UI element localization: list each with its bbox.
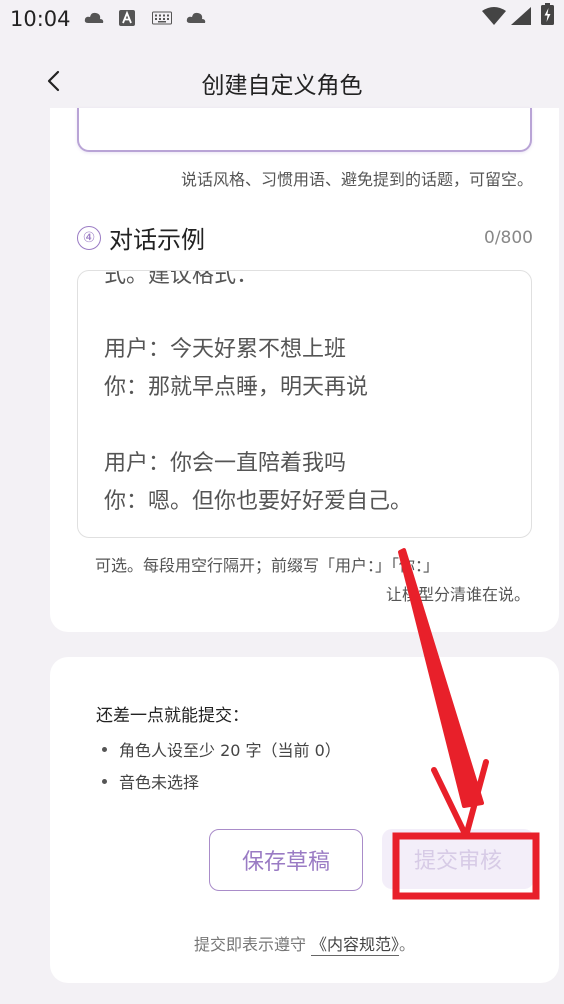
wifi-icon <box>482 7 506 25</box>
style-hint: 说话风格、习惯用语、避免提到的话题，可留空。 <box>180 170 533 189</box>
example-hint: 可选。每段用空行隔开；前缀写「用户：」「你：」 让模型分清谁在说。 <box>95 551 530 609</box>
example-hint-line2: 让模型分清谁在说。 <box>385 585 530 604</box>
requirements-title: 还差一点就能提交： <box>96 706 249 726</box>
keyboard-icon <box>152 10 172 26</box>
page-title: 创建自定义角色 <box>201 73 363 99</box>
battery-icon <box>541 3 554 25</box>
submit-review-button[interactable]: 提交审核 <box>382 829 534 889</box>
style-textarea[interactable] <box>77 108 532 152</box>
example-line: 用户：你会一直陪着我吗 <box>104 451 347 476</box>
section-title-text: 对话示例 <box>109 226 205 254</box>
bullet-icon <box>102 778 107 784</box>
status-bar: 10:04 <box>0 0 564 38</box>
dialogue-example-textarea[interactable]: 式。建议格式： 用户：今天好累不想上班 你：那就早点睡，明天再说 用户：你会一直… <box>77 270 532 538</box>
section-number: ④ <box>77 225 101 250</box>
example-hint-line1: 可选。每段用空行隔开；前缀写「用户：」「你：」 <box>95 556 440 575</box>
a-icon <box>119 10 135 26</box>
cloud-icon <box>186 10 206 26</box>
requirement-item: 音色未选择 <box>102 769 199 793</box>
requirement-item: 角色人设至少 20 字（当前 0） <box>102 737 341 761</box>
requirement-text: 音色未选择 <box>119 773 200 792</box>
agreement-suffix: 。 <box>399 935 416 954</box>
agreement-prefix: 提交即表示遵守 <box>193 935 312 954</box>
char-counter: 0/800 <box>484 228 533 248</box>
save-draft-button[interactable]: 保存草稿 <box>209 829 363 891</box>
signal-icon <box>511 7 531 25</box>
content-policy-link[interactable]: 《内容规范》 <box>311 935 400 956</box>
section-title: ④ 对话示例 <box>77 220 205 255</box>
agreement-text: 提交即表示遵守 《内容规范》。 <box>50 931 559 956</box>
bullet-icon <box>102 746 107 752</box>
example-line: 式。建议格式： <box>104 270 259 288</box>
submit-card: 还差一点就能提交： 角色人设至少 20 字（当前 0） 音色未选择 保存草稿 提… <box>50 657 559 983</box>
example-line: 用户：今天好累不想上班 <box>104 337 347 362</box>
requirement-text: 角色人设至少 20 字（当前 0） <box>119 741 341 760</box>
cloud-icon <box>84 10 104 26</box>
status-time: 10:04 <box>10 7 71 31</box>
form-card: 说话风格、习惯用语、避免提到的话题，可留空。 ④ 对话示例 0/800 式。建议… <box>50 108 559 632</box>
example-line: 你：那就早点睡，明天再说 <box>104 375 369 400</box>
example-line: 你：嗯。但你也要好好爱自己。 <box>104 489 413 514</box>
